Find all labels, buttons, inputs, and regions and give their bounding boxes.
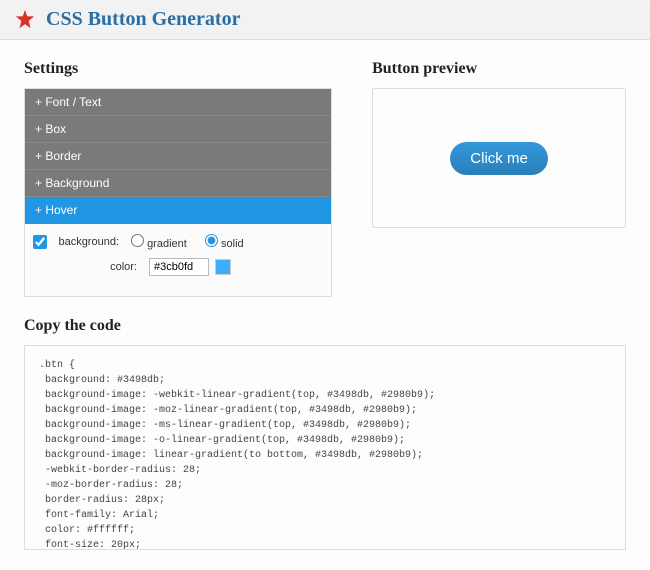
code-heading: Copy the code [24, 317, 626, 335]
hover-color-input[interactable] [149, 258, 209, 276]
hover-bg-solid-label: solid [221, 238, 244, 250]
preview-heading: Button preview [372, 60, 626, 78]
accordion-border[interactable]: + Border [25, 143, 331, 170]
hover-bg-gradient-radio[interactable] [131, 234, 144, 247]
settings-panel: + Font / Text + Box + Border + Backgroun… [24, 88, 332, 297]
hover-enable-checkbox[interactable] [33, 235, 47, 249]
hover-bg-label: background: [53, 236, 125, 248]
hover-settings-body: background: gradient solid color: [25, 224, 331, 296]
hover-color-label: color: [53, 261, 143, 273]
accordion-background[interactable]: + Background [25, 170, 331, 197]
hover-bg-gradient-label: gradient [147, 238, 187, 250]
hover-bg-gradient-option[interactable]: gradient [131, 234, 187, 250]
hover-bg-solid-radio[interactable] [205, 234, 218, 247]
accordion-box[interactable]: + Box [25, 116, 331, 143]
preview-box: Click me [372, 88, 626, 228]
star-icon [14, 9, 36, 31]
hover-color-swatch[interactable] [215, 259, 231, 275]
accordion-font-text[interactable]: + Font / Text [25, 89, 331, 116]
app-title: CSS Button Generator [46, 8, 240, 31]
settings-heading: Settings [24, 60, 332, 78]
hover-bg-solid-option[interactable]: solid [205, 234, 244, 250]
preview-button[interactable]: Click me [450, 142, 548, 175]
code-output[interactable]: .btn { background: #3498db; background-i… [24, 345, 626, 550]
accordion-hover[interactable]: + Hover [25, 197, 331, 224]
header-bar: CSS Button Generator [0, 0, 650, 40]
